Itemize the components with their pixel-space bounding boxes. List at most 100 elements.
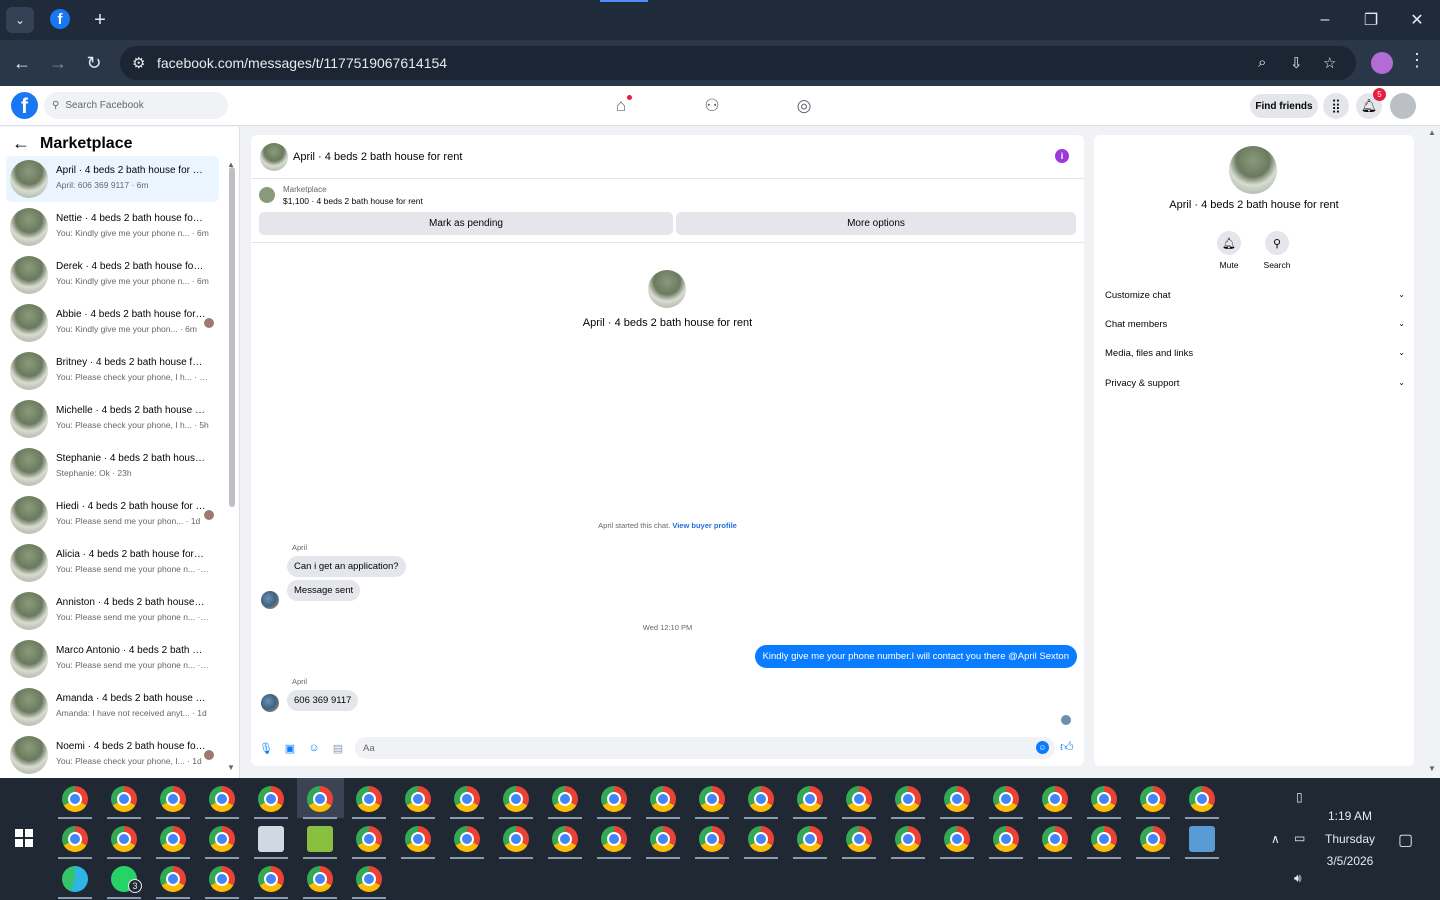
chrome-icon[interactable] bbox=[258, 786, 284, 812]
chrome-icon[interactable] bbox=[111, 786, 137, 812]
mark-as-pending-button[interactable]: Mark as pending bbox=[259, 212, 673, 235]
chrome-icon[interactable] bbox=[699, 826, 725, 852]
chrome-icon[interactable] bbox=[944, 786, 970, 812]
thumbs-up-icon[interactable]: 👍︎ bbox=[1060, 739, 1074, 755]
page-scroll-up-icon[interactable]: ▲ bbox=[1428, 128, 1436, 137]
url-text[interactable]: facebook.com/messages/t/1177519067614154 bbox=[157, 55, 447, 71]
chrome-icon[interactable] bbox=[846, 826, 872, 852]
chrome-icon[interactable] bbox=[993, 786, 1019, 812]
chrome-icon[interactable] bbox=[209, 786, 235, 812]
chrome-icon[interactable] bbox=[650, 786, 676, 812]
conversation-item[interactable]: Hiedi · 4 beds 2 bath house for rent You:… bbox=[6, 492, 219, 538]
more-options-button[interactable]: More options bbox=[676, 212, 1076, 235]
clock-day[interactable]: Thursday bbox=[1318, 832, 1382, 846]
customize-chat-section[interactable]: Customize chat ⌄ bbox=[1105, 290, 1405, 301]
chrome-icon[interactable] bbox=[160, 786, 186, 812]
chat-members-section[interactable]: Chat members ⌄ bbox=[1105, 319, 1405, 330]
facebook-logo[interactable]: f bbox=[11, 92, 38, 119]
sticker-icon[interactable]: ☺ bbox=[307, 741, 321, 755]
facebook-search-input[interactable]: ⚲ Search Facebook bbox=[44, 92, 228, 119]
conversation-item[interactable]: Alicia · 4 beds 2 bath house for rent You… bbox=[6, 540, 219, 586]
chrome-icon[interactable] bbox=[1140, 826, 1166, 852]
intro-avatar[interactable] bbox=[648, 270, 686, 308]
forward-icon[interactable]: → bbox=[44, 50, 72, 76]
scroll-down-arrow-icon[interactable]: ▼ bbox=[227, 763, 235, 772]
chrome-icon[interactable] bbox=[160, 866, 186, 892]
sender-avatar[interactable] bbox=[261, 694, 279, 712]
conversation-item[interactable]: Noemi · 4 beds 2 bath house for rent You:… bbox=[6, 732, 219, 778]
clock-time[interactable]: 1:19 AM bbox=[1318, 809, 1382, 823]
browser-profile-avatar[interactable] bbox=[1371, 52, 1393, 74]
friends-icon[interactable]: ⚇ bbox=[701, 95, 723, 117]
listing-thumbnail[interactable] bbox=[259, 187, 275, 203]
chrome-icon[interactable] bbox=[650, 826, 676, 852]
microphone-icon[interactable]: 🎙︎ bbox=[259, 741, 273, 755]
chrome-icon[interactable] bbox=[405, 786, 431, 812]
chrome-icon[interactable] bbox=[797, 786, 823, 812]
chrome-icon[interactable] bbox=[993, 826, 1019, 852]
conversation-item[interactable]: April · 4 beds 2 bath house for rent Apri… bbox=[6, 156, 219, 202]
account-avatar[interactable] bbox=[1390, 93, 1416, 119]
media-files-links-section[interactable]: Media, files and links ⌄ bbox=[1105, 348, 1405, 359]
back-arrow-icon[interactable]: ← bbox=[12, 133, 30, 154]
message-bubble[interactable]: Message sent bbox=[287, 580, 361, 601]
view-buyer-profile-link[interactable]: View buyer profile bbox=[672, 521, 736, 530]
back-icon[interactable]: ← bbox=[8, 50, 36, 76]
message-input[interactable]: Aa bbox=[355, 737, 1055, 759]
conversation-item[interactable]: Derek · 4 beds 2 bath house for rent You:… bbox=[6, 252, 219, 298]
gif-icon[interactable]: ▤ bbox=[331, 741, 345, 755]
conversation-item[interactable]: Anniston · 4 beds 2 bath house for rent Y… bbox=[6, 588, 219, 634]
chrome-icon[interactable] bbox=[944, 826, 970, 852]
conversation-item[interactable]: Nettie · 4 beds 2 bath house for rent You… bbox=[6, 204, 219, 250]
chrome-icon[interactable] bbox=[846, 786, 872, 812]
chrome-icon[interactable] bbox=[1091, 826, 1117, 852]
conversation-scrollbar[interactable] bbox=[229, 167, 235, 507]
new-tab-button[interactable]: + bbox=[88, 7, 112, 33]
conversation-item[interactable]: Britney · 4 beds 2 bath house for rent Yo… bbox=[6, 348, 219, 394]
keyboard-icon[interactable] bbox=[1189, 826, 1215, 852]
chrome-icon[interactable] bbox=[62, 826, 88, 852]
chrome-icon[interactable] bbox=[356, 826, 382, 852]
conversation-item[interactable]: Marco Antonio · 4 beds 2 bath house for … bbox=[6, 636, 219, 682]
listing-price-title[interactable]: $1,100 · 4 beds 2 bath house for rent bbox=[283, 196, 423, 206]
chrome-icon[interactable] bbox=[1189, 786, 1215, 812]
chrome-icon[interactable] bbox=[307, 786, 333, 812]
minimize-icon[interactable]: – bbox=[1305, 6, 1345, 34]
chrome-icon[interactable] bbox=[699, 786, 725, 812]
chat-title[interactable]: April · 4 beds 2 bath house for rent bbox=[293, 151, 462, 163]
close-window-icon[interactable]: ✕ bbox=[1397, 6, 1437, 34]
chrome-icon[interactable] bbox=[258, 866, 284, 892]
clock-date[interactable]: 3/5/2026 bbox=[1318, 854, 1382, 868]
install-app-icon[interactable]: ⇩ bbox=[1290, 54, 1303, 72]
chrome-icon[interactable] bbox=[552, 786, 578, 812]
conversation-item[interactable]: Stephanie · 4 beds 2 bath house for rent… bbox=[6, 444, 219, 490]
emoji-icon[interactable]: ☺ bbox=[1036, 741, 1049, 754]
mute-button[interactable]: 🔔︎ Mute bbox=[1209, 231, 1249, 270]
message-bubble[interactable]: 606 369 9117 bbox=[287, 690, 359, 711]
edge-icon[interactable] bbox=[62, 866, 88, 892]
chrome-icon[interactable] bbox=[209, 826, 235, 852]
search-chat-button[interactable]: ⚲ Search bbox=[1257, 231, 1297, 270]
chrome-icon[interactable] bbox=[1091, 786, 1117, 812]
notification-center-icon[interactable]: ▢ bbox=[1398, 830, 1413, 850]
screen-share-icon[interactable]: ▯ bbox=[1296, 790, 1303, 804]
chrome-icon[interactable] bbox=[748, 786, 774, 812]
privacy-support-section[interactable]: Privacy & support ⌄ bbox=[1105, 378, 1405, 389]
contact-card-icon[interactable] bbox=[258, 826, 284, 852]
chrome-icon[interactable] bbox=[552, 826, 578, 852]
network-icon[interactable]: ▭ bbox=[1294, 831, 1305, 845]
chrome-icon[interactable] bbox=[111, 826, 137, 852]
conversation-item[interactable]: Michelle · 4 beds 2 bath house for rent Y… bbox=[6, 396, 219, 442]
chrome-icon[interactable] bbox=[307, 866, 333, 892]
site-info-icon[interactable]: ⚙ bbox=[132, 54, 145, 72]
chrome-icon[interactable] bbox=[895, 786, 921, 812]
find-friends-button[interactable]: Find friends bbox=[1250, 94, 1318, 118]
chrome-icon[interactable] bbox=[405, 826, 431, 852]
photo-icon[interactable]: ▣ bbox=[283, 741, 297, 755]
chrome-icon[interactable] bbox=[1140, 786, 1166, 812]
tray-overflow-chevron-icon[interactable]: ∧ bbox=[1271, 832, 1280, 846]
browser-menu-icon[interactable]: ⋮ bbox=[1408, 50, 1426, 71]
chrome-icon[interactable] bbox=[356, 866, 382, 892]
tab-search-chevron-icon[interactable]: ⌄ bbox=[6, 7, 34, 33]
chrome-icon[interactable] bbox=[454, 826, 480, 852]
